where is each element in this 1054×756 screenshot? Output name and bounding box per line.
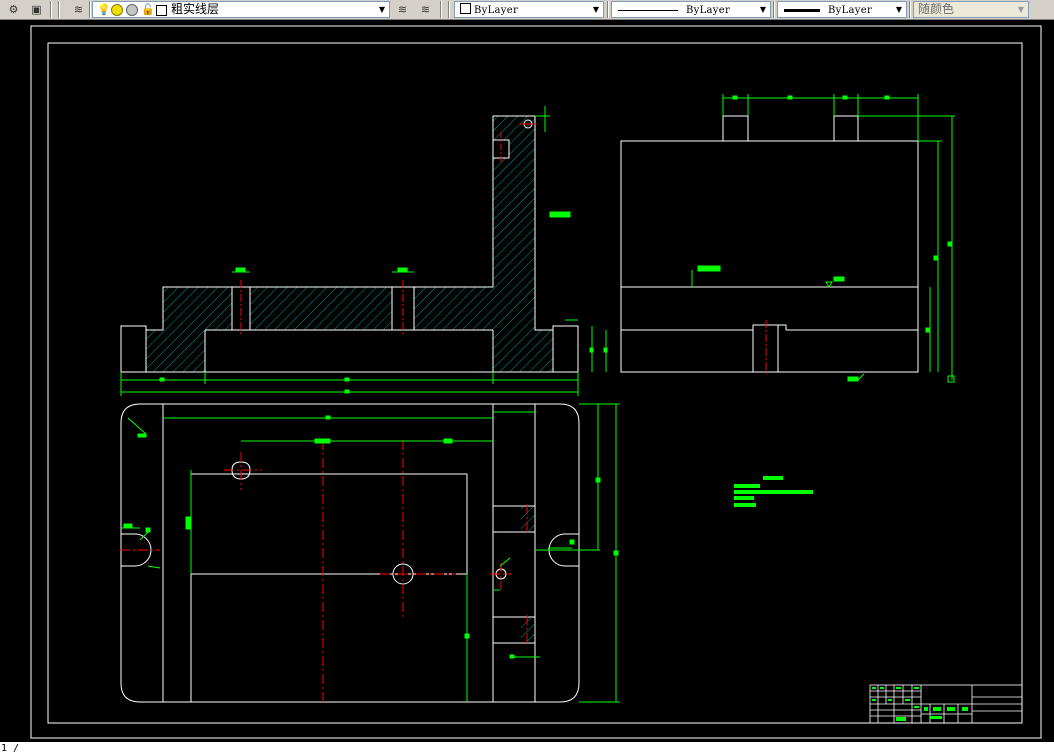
sun-icon[interactable]: [111, 4, 123, 16]
toolbar-separator: [909, 1, 911, 18]
color-swatch: [460, 3, 471, 14]
linetype-value: ByLayer: [686, 5, 731, 16]
sheet-outer-border: [30, 25, 1042, 739]
layer-previous-icon[interactable]: ≋: [417, 1, 434, 18]
color-value: ByLayer: [474, 5, 519, 16]
freeze-viewport-icon[interactable]: [126, 4, 138, 16]
layers-properties-toolbar: ⚙ ▣ ≋ 💡 🔓 粗实线层 ▼ ≋ ≋ ByLayer ▼ ByLayer ▼…: [0, 0, 1054, 20]
linetype-dropdown[interactable]: ByLayer ▼: [611, 1, 771, 18]
chevron-down-icon[interactable]: ▼: [1014, 2, 1028, 17]
lineweight-dropdown[interactable]: ByLayer ▼: [777, 1, 907, 18]
lock-icon[interactable]: 🔓: [141, 2, 155, 17]
toolbar-separator: [50, 1, 52, 18]
plotstyle-value: 随颜色: [918, 2, 955, 16]
side-view-dimensions: [691, 94, 955, 383]
toolbar-separator: [89, 1, 91, 18]
toolbar-separator: [607, 1, 609, 18]
chevron-down-icon[interactable]: ▼: [375, 2, 389, 17]
plan-view-centerlines: [120, 440, 580, 702]
make-current-layer-icon[interactable]: ≋: [394, 1, 411, 18]
layer-color-swatch: [156, 5, 167, 16]
drawing-canvas[interactable]: [0, 20, 1054, 742]
toolbar-separator: [773, 1, 775, 18]
layer-state-icon[interactable]: ▣: [28, 1, 45, 18]
chevron-down-icon[interactable]: ▼: [892, 2, 906, 17]
section-hatch: [146, 116, 553, 372]
front-section-view: [120, 115, 579, 373]
hatch-region: [521, 618, 535, 642]
hatch-region: [521, 507, 535, 531]
gear-icon[interactable]: ⚙: [5, 1, 22, 18]
toolbar-separator: [448, 1, 450, 18]
chevron-down-icon[interactable]: ▼: [589, 2, 603, 17]
technical-notes: [734, 476, 813, 507]
linetype-sample: [618, 9, 678, 11]
command-line-text: 1 /: [1, 743, 20, 754]
chevron-down-icon[interactable]: ▼: [756, 2, 770, 17]
lineweight-sample: [784, 8, 820, 12]
layer-manager-icon[interactable]: ≋: [70, 1, 87, 18]
toolbar-separator: [58, 1, 60, 18]
command-line[interactable]: 1 /: [0, 742, 1054, 756]
plan-view-dimensions: [121, 403, 620, 703]
plotstyle-dropdown[interactable]: 随颜色 ▼: [913, 1, 1029, 18]
title-block: [869, 684, 1023, 724]
side-view: [620, 115, 919, 373]
lightbulb-icon[interactable]: 💡: [97, 2, 111, 17]
layer-name: 粗实线层: [171, 2, 220, 16]
toolbar-separator: [440, 1, 442, 18]
color-dropdown[interactable]: ByLayer ▼: [454, 1, 604, 18]
layer-dropdown[interactable]: 💡 🔓 粗实线层 ▼: [92, 1, 390, 18]
lineweight-value: ByLayer: [828, 5, 873, 16]
